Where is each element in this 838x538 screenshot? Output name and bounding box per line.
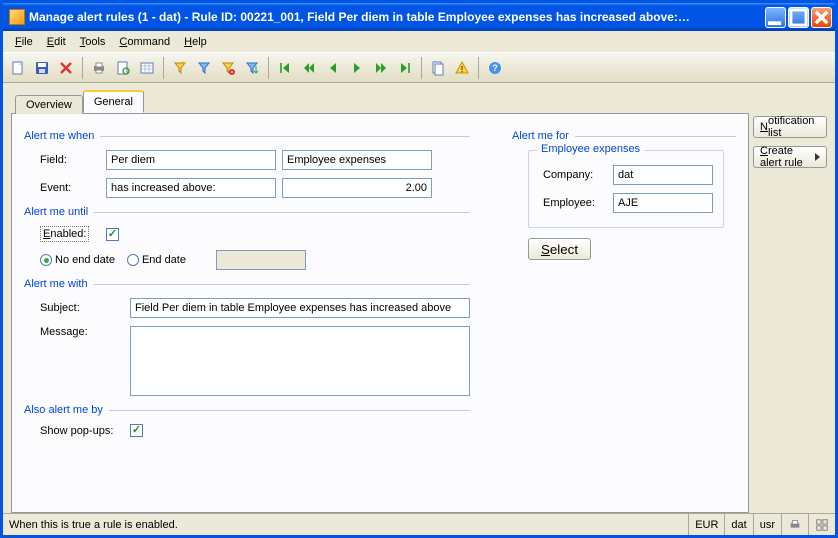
field-input[interactable] [106,150,276,170]
app-icon [9,9,25,25]
employee-input[interactable] [613,193,713,213]
help-icon[interactable]: ? [484,57,506,79]
sort-icon[interactable] [241,57,263,79]
subject-label: Subject: [40,302,124,314]
next-page-icon[interactable] [370,57,392,79]
menu-help[interactable]: Help [178,34,213,50]
body-area: Overview General Alert me when Field: [3,83,835,513]
delete-icon[interactable] [55,57,77,79]
first-record-icon[interactable] [274,57,296,79]
radio-no-end-date[interactable]: No end date [40,254,115,266]
menu-file[interactable]: File [9,34,39,50]
group-alert-when: Alert me when Field: Event: [24,130,470,198]
group-title-with: Alert me with [24,278,88,290]
message-label: Message: [40,326,124,338]
create-alert-rule-button[interactable]: Create alert rule [753,146,827,168]
status-layout-icon[interactable] [808,514,835,535]
prev-page-icon[interactable] [298,57,320,79]
group-also-alert: Also alert me by Show pop-ups: [24,404,470,437]
print-icon[interactable] [88,57,110,79]
minimize-button[interactable] [765,7,786,28]
status-hint: When this is true a rule is enabled. [3,514,688,535]
document-handling-icon[interactable] [427,57,449,79]
group-title-also: Also alert me by [24,404,103,416]
show-popups-checkbox[interactable] [130,424,143,437]
filter-clear-icon[interactable] [217,57,239,79]
radio-dot-icon [127,254,139,266]
separator-icon [421,57,422,79]
message-textarea[interactable] [130,326,470,396]
separator-icon [268,57,269,79]
statusbar: When this is true a rule is enabled. EUR… [3,513,835,535]
status-currency[interactable]: EUR [688,514,724,535]
radio-end-date[interactable]: End date [127,254,186,266]
end-date-input[interactable] [216,250,306,270]
maximize-button[interactable] [788,7,809,28]
radio-dot-icon [40,254,52,266]
app-window: Manage alert rules (1 - dat) - Rule ID: … [0,0,838,538]
export-excel-icon[interactable] [136,57,158,79]
threshold-input[interactable] [282,178,432,198]
employee-label: Employee: [543,197,607,209]
status-user[interactable]: usr [753,514,781,535]
show-popups-label: Show pop-ups: [40,425,124,437]
status-company[interactable]: dat [724,514,752,535]
field-label: Field: [40,154,100,166]
main-column: Overview General Alert me when Field: [3,83,753,513]
window-buttons [765,7,832,28]
event-label: Event: [40,182,100,194]
table-input[interactable] [282,150,432,170]
alert-icon[interactable] [451,57,473,79]
titlebar[interactable]: Manage alert rules (1 - dat) - Rule ID: … [3,3,835,31]
last-record-icon[interactable] [394,57,416,79]
enabled-checkbox[interactable] [106,228,119,241]
event-input[interactable] [106,178,276,198]
group-title-for: Alert me for [512,130,569,142]
prev-record-icon[interactable] [322,57,344,79]
subgroup-employee-expenses: Employee expenses Company: Employee: [528,150,724,228]
tab-panel-general: Alert me when Field: Event: [11,113,749,513]
next-record-icon[interactable] [346,57,368,79]
chevron-right-icon [815,153,820,161]
status-print-icon[interactable] [781,514,808,535]
group-title-when: Alert me when [24,130,94,142]
svg-text:?: ? [492,63,498,73]
filter-by-grid-icon[interactable] [169,57,191,79]
separator-icon [82,57,83,79]
group-alert-with: Alert me with Subject: Message: [24,278,470,396]
save-icon[interactable] [31,57,53,79]
print-preview-icon[interactable] [112,57,134,79]
toolbar: ? [3,53,835,83]
group-alert-for: Alert me for Employee expenses Company: … [512,130,736,260]
menu-edit[interactable]: Edit [41,34,72,50]
subgroup-title: Employee expenses [537,143,644,155]
filter-icon[interactable] [193,57,215,79]
tab-general[interactable]: General [83,90,144,113]
company-label: Company: [543,169,607,181]
subject-input[interactable] [130,298,470,318]
company-input[interactable] [613,165,713,185]
menu-command[interactable]: Command [113,34,176,50]
window-title: Manage alert rules (1 - dat) - Rule ID: … [29,10,765,24]
notification-list-button[interactable]: Notification list [753,116,827,138]
new-icon[interactable] [7,57,29,79]
group-title-until: Alert me until [24,206,88,218]
tab-overview[interactable]: Overview [15,95,83,114]
close-button[interactable] [811,7,832,28]
select-button[interactable]: Select [528,238,591,260]
enabled-label: Enabled: [40,226,100,242]
menu-tools[interactable]: Tools [74,34,112,50]
side-column: Notification list Create alert rule [753,83,835,513]
separator-icon [163,57,164,79]
separator-icon [478,57,479,79]
group-alert-until: Alert me until Enabled: No end date End … [24,206,470,270]
tabs-row: Overview General [15,91,749,113]
menubar: File Edit Tools Command Help [3,31,835,53]
